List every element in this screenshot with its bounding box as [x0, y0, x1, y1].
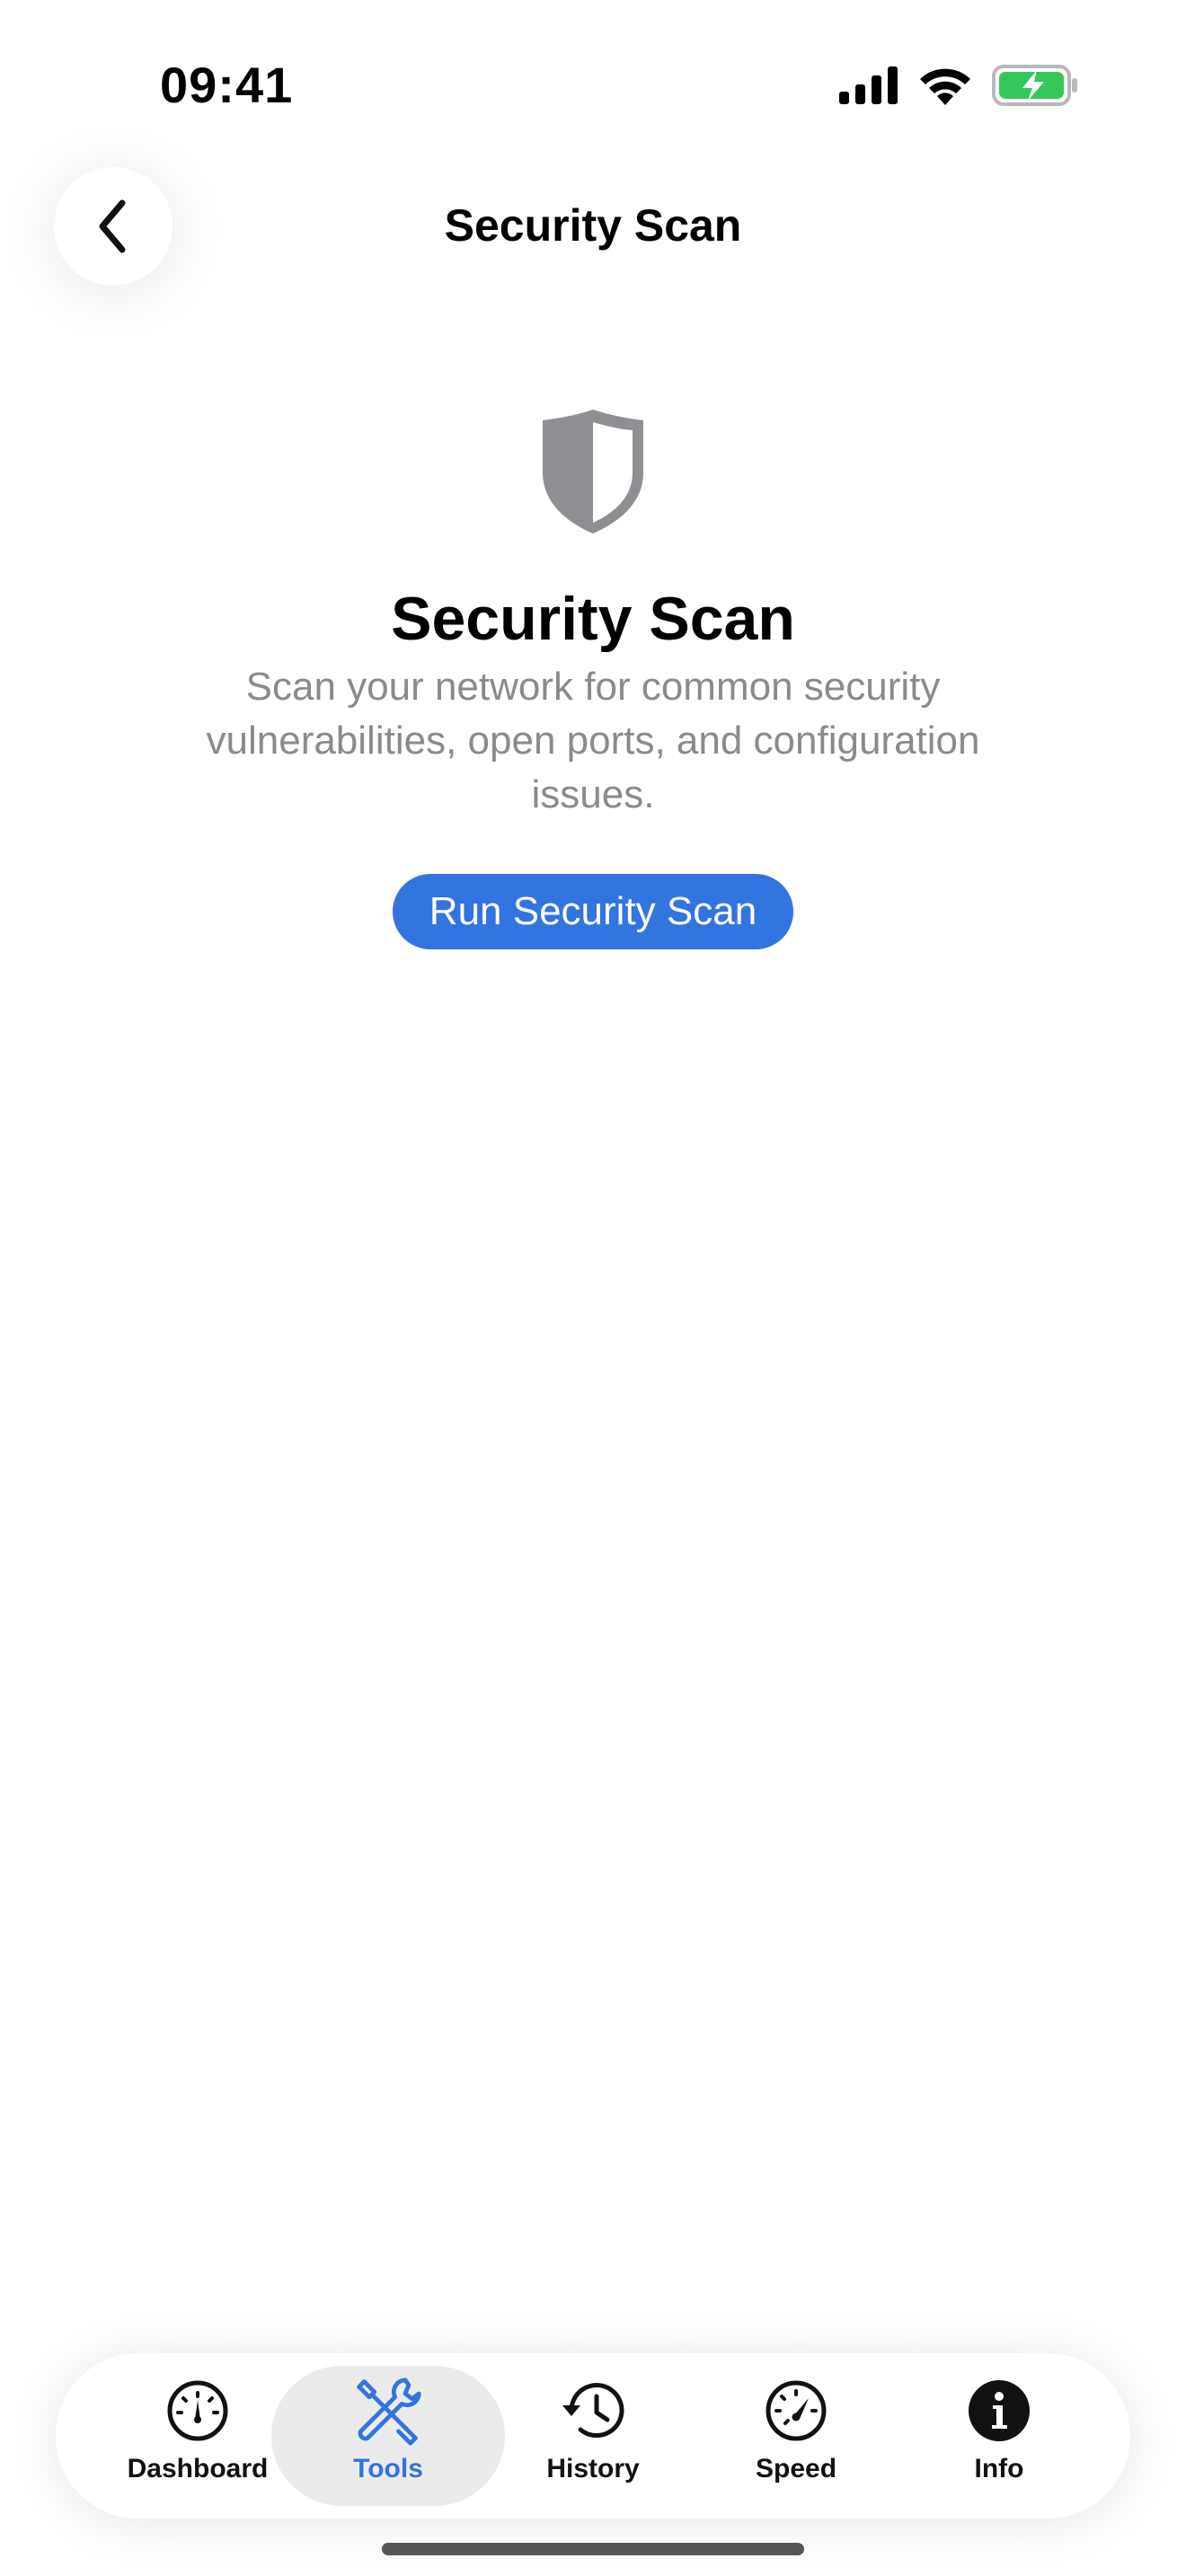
tab-speed[interactable]: Speed [690, 2366, 902, 2506]
status-time: 09:41 [160, 57, 294, 113]
clock-history-icon [562, 2383, 624, 2438]
run-security-scan-button[interactable]: Run Security Scan [393, 874, 793, 949]
status-icons [839, 65, 1078, 106]
tab-label: History [546, 2454, 640, 2483]
tab-bar: Dashboard Tools History Speed Info [56, 2353, 1130, 2519]
wifi-icon [920, 68, 970, 105]
cellular-signal-icon [839, 66, 898, 104]
gauge-icon [167, 2380, 228, 2441]
battery-charging-icon [992, 65, 1077, 106]
tab-label: Dashboard [127, 2454, 269, 2483]
home-indicator[interactable] [382, 2543, 804, 2555]
nav-title: Security Scan [444, 200, 742, 251]
speedometer-icon [766, 2380, 827, 2441]
shield-icon [543, 410, 643, 534]
tab-label: Info [974, 2454, 1024, 2483]
main-description: Scan your network for common security vu… [206, 665, 980, 816]
tab-label: Speed [755, 2454, 837, 2483]
info-icon [969, 2380, 1030, 2441]
tab-label: Tools [353, 2454, 423, 2483]
main-title: Security Scan [391, 585, 795, 653]
tab-tools[interactable]: Tools [271, 2366, 505, 2506]
tools-icon [357, 2378, 421, 2446]
tab-info[interactable]: Info [893, 2366, 1105, 2506]
tab-history[interactable]: History [487, 2366, 699, 2506]
